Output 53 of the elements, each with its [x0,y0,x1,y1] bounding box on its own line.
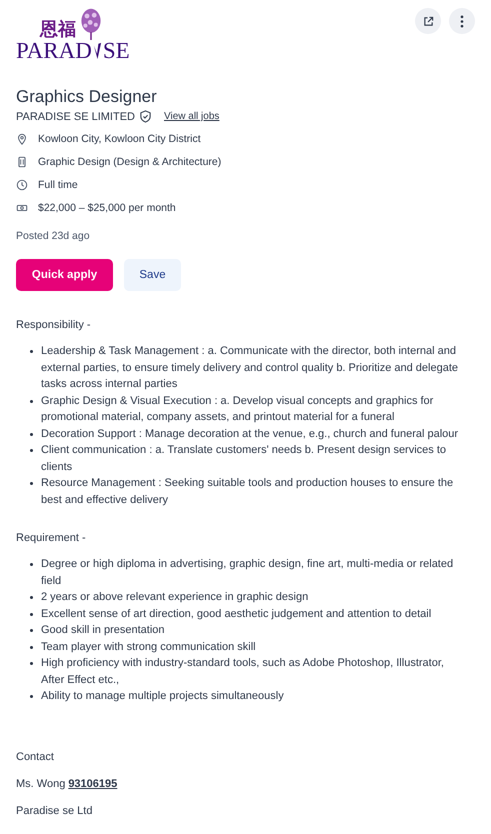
bullet-icon [30,646,33,648]
flower-icon [79,8,103,40]
list-item-text: High proficiency with industry-standard tools, such as Adobe Photoshop, Illustrator, After Effect etc., [41,656,445,688]
list-item-text: 2 years or above relevant experience in graphic design [41,590,310,605]
bullet-icon [30,449,33,452]
list-item-text: Decoration Support : Manage decoration at the venue, e.g., church and funeral palour [41,426,460,442]
bullet-icon [30,662,33,665]
section-heading: Requirement - [16,532,87,544]
more-options-button[interactable] [449,8,475,34]
stem-icon [92,42,102,60]
list-item-text: Graphic Design & Visual Execution : a. Develop visual concepts and graphics for promotional material, company assets, and printout material for a funeral [41,394,434,425]
job-detail-text: Full time [38,179,78,191]
job-detail-text: Graphic Design (Design & Architecture) [38,156,222,168]
location-pin-icon [16,133,28,145]
bullet-icon [30,695,33,698]
bullet-icon [30,596,33,599]
job-title: Graphics Designer [16,86,158,108]
list-item-text: Client communication : a. Translate customers' needs b. Present design services to clients [41,443,448,474]
bullet-icon [30,612,33,616]
logo-text: PARAD [16,40,92,62]
bullet-icon [30,432,33,436]
save-button[interactable]: Save [124,259,181,291]
section-heading: Responsibility - [16,319,92,331]
contact-name: Ms. Wong [16,778,66,790]
view-all-jobs-link[interactable]: View all jobs [164,111,220,122]
more-icon [460,14,464,28]
bullet-icon [30,350,33,353]
building-icon [16,156,28,168]
list-item-text: Team player with strong communication skill [41,640,257,654]
bullet-icon [30,482,33,485]
job-detail-text: $22,000 – $25,000 per month [38,202,176,214]
phone-link[interactable]: 93106195 [68,778,118,790]
company-name: PARADISE SE LIMITED [16,110,135,122]
job-detail-text: Kowloon City, Kowloon City District [38,133,201,145]
list-item-text: Degree or high diploma in advertising, graphic design, fine art, multi-media or related field [41,557,454,588]
bullet-icon [30,563,33,566]
list-item-text: Excellent sense of art direction, good aesthetic judgement and attention to detail [41,606,432,622]
posted-date: Posted 23d ago [16,230,91,242]
list-item-text: Ability to manage multiple projects simultaneously [41,689,285,704]
list-item-text: Leadership & Task Management : a. Communicate with the director, both internal and external parties, to ensure timely delivery and control quality b. Prioritize and delegate tasks across internal parties [41,344,460,392]
quick-apply-button[interactable]: Quick apply [16,259,113,291]
list-item-text: Resource Management : Seeking suitable tools and production houses to ensure the best and effective delivery [41,476,454,508]
bullet-icon [30,400,33,402]
clock-icon [16,179,28,191]
bullet-icon [30,629,33,632]
banknote-icon [16,202,28,214]
logo-chinese-text: 恩福 [40,20,76,40]
contact-company: Paradise se Ltd [16,804,94,818]
contact-heading: Contact [16,750,55,764]
share-icon [422,16,434,26]
list-item-text: Good skill in presentation [41,623,166,638]
share-button[interactable] [415,8,441,34]
logo-text: SE [102,40,130,62]
